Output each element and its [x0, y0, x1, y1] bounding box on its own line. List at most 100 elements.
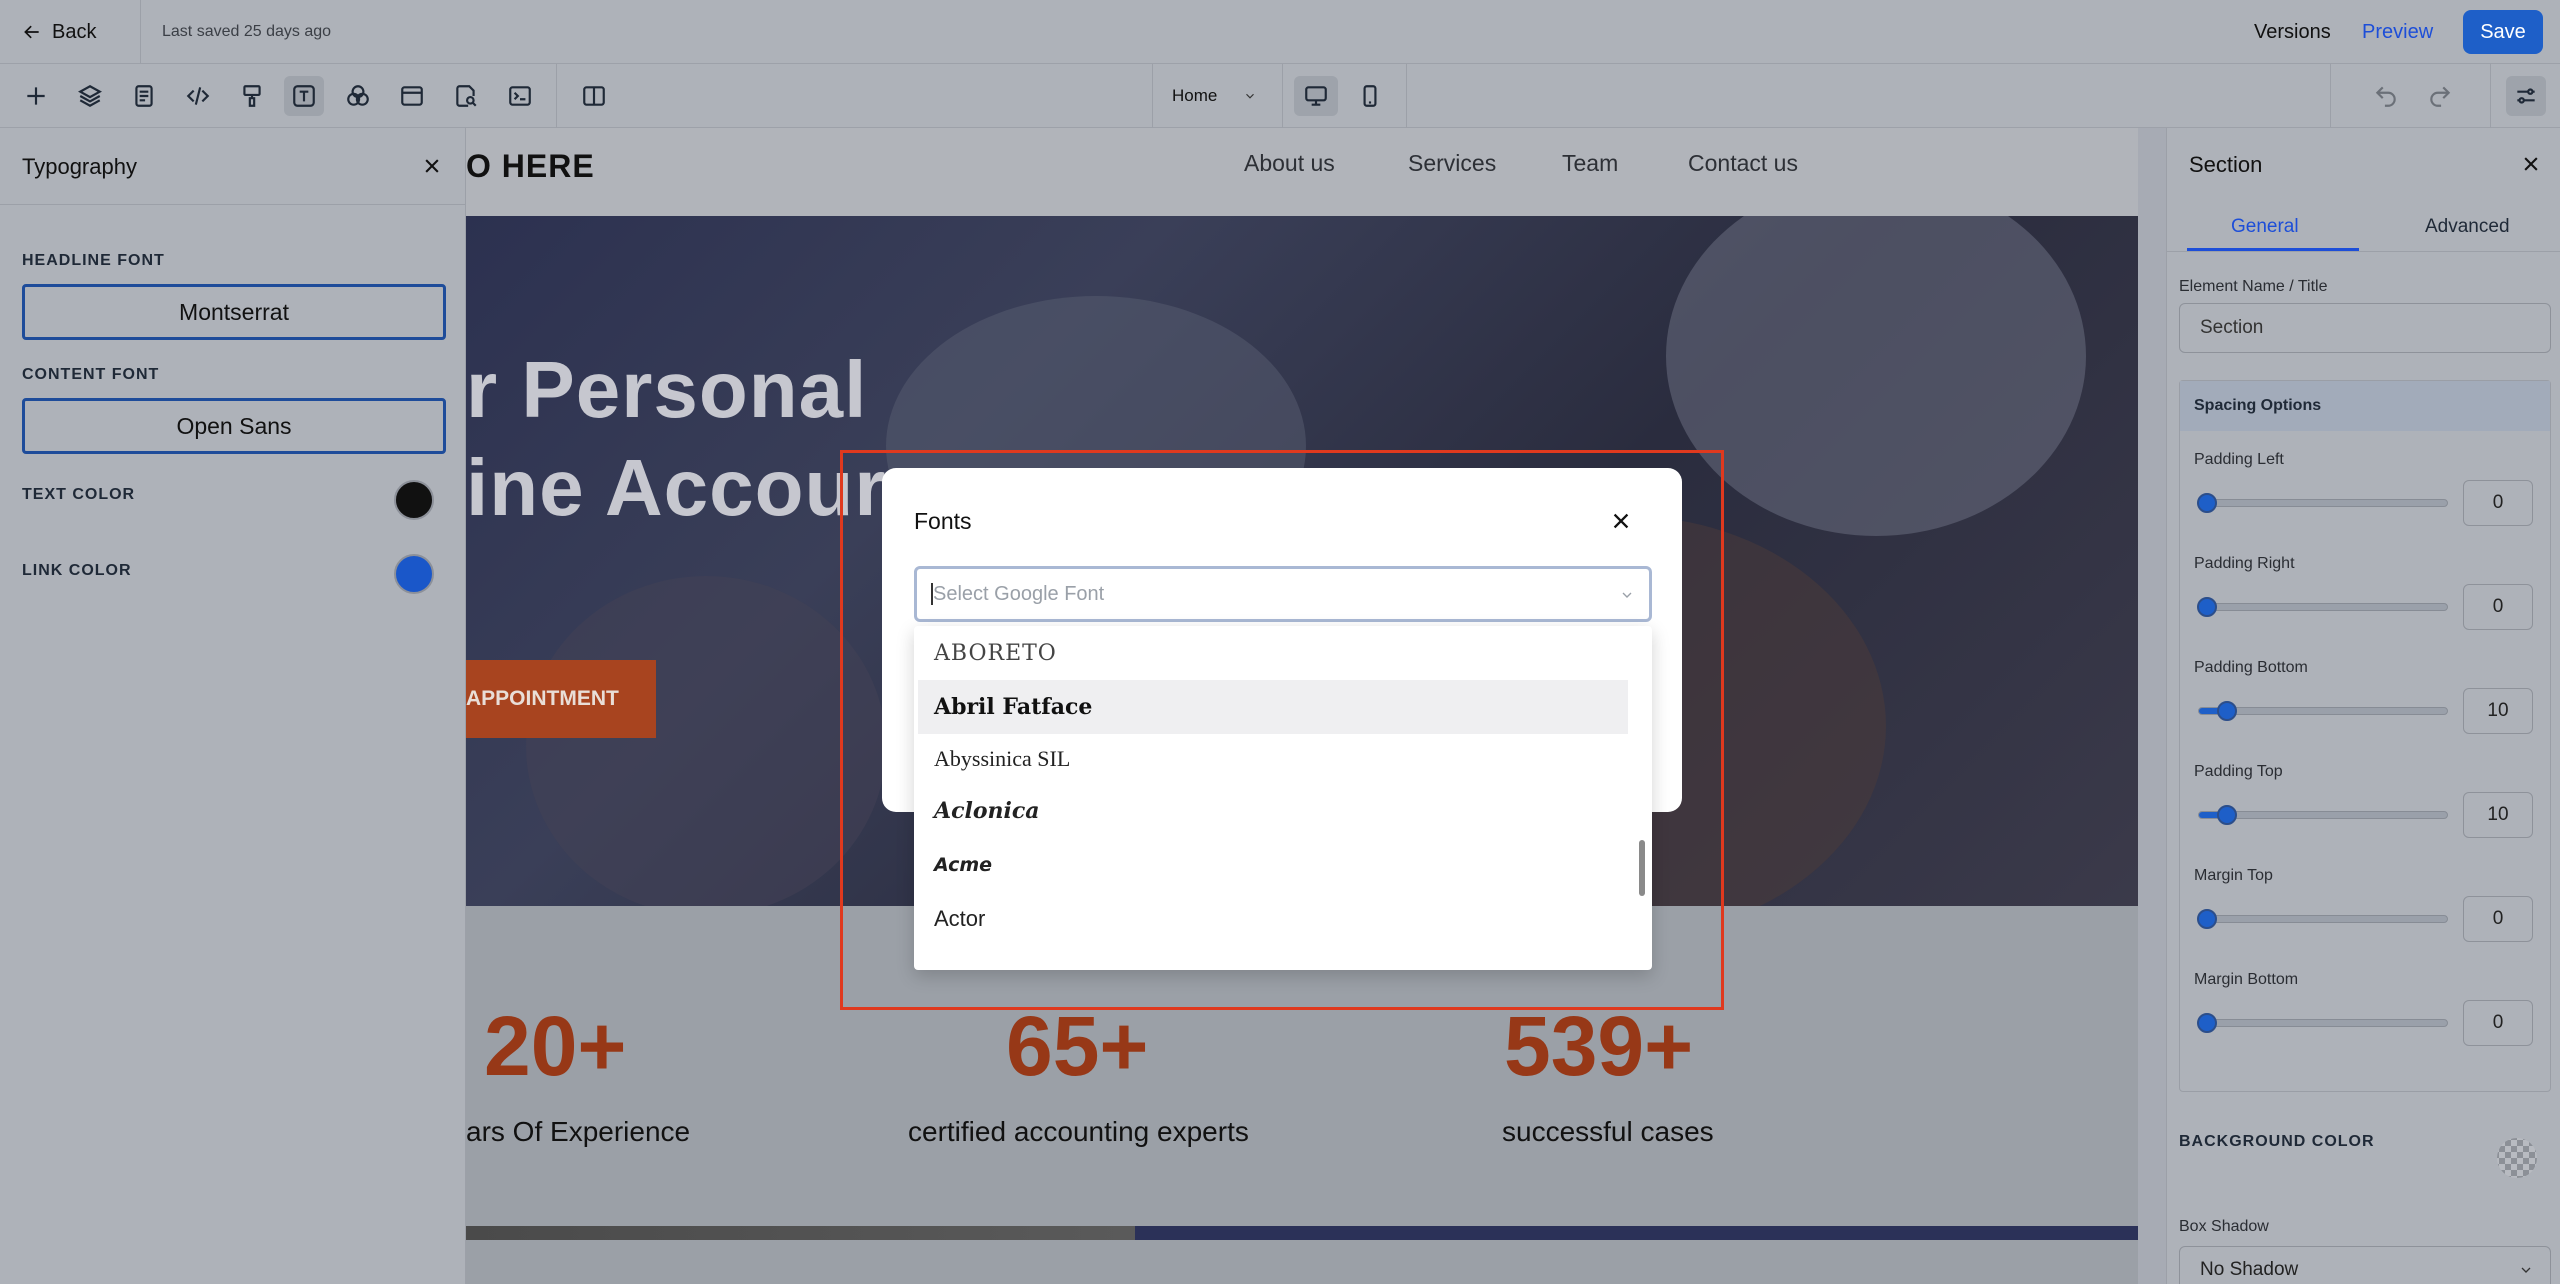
page-icon[interactable] [124, 76, 164, 116]
text-color-swatch[interactable] [394, 480, 434, 520]
slider-handle[interactable] [2217, 701, 2237, 721]
padding-left-label: Padding Left [2194, 451, 2284, 468]
panel-title: Typography [22, 154, 137, 179]
padding-top-input[interactable]: 10 [2463, 792, 2533, 838]
stat-number: 539+ [1504, 999, 1694, 1093]
google-font-select[interactable]: Select Google Font [914, 566, 1652, 622]
slider-handle[interactable] [2217, 805, 2237, 825]
padding-left-slider[interactable] [2197, 493, 2448, 513]
content-font-picker[interactable]: Open Sans [22, 398, 446, 454]
padding-right-input[interactable]: 0 [2463, 584, 2533, 630]
save-button[interactable]: Save [2463, 10, 2543, 54]
headline-font-label: HEADLINE FONT [22, 252, 165, 269]
chevron-down-icon [2521, 1267, 2531, 1273]
divider [1282, 64, 1283, 128]
slider-handle[interactable] [2197, 493, 2217, 513]
content-font-label: CONTENT FONT [22, 366, 160, 383]
padding-bottom-label: Padding Bottom [2194, 659, 2308, 676]
font-option[interactable]: ABORETO [918, 626, 1628, 680]
nav-link-team[interactable]: Team [1562, 150, 1618, 177]
tab-general[interactable]: General [2231, 216, 2299, 238]
paint-icon[interactable] [232, 76, 272, 116]
chevron-down-icon [1246, 93, 1255, 99]
padding-left-input[interactable]: 0 [2463, 480, 2533, 526]
back-label: Back [52, 20, 97, 43]
preview-button[interactable]: Preview [2362, 0, 2433, 64]
font-option[interactable]: Actor [918, 892, 1628, 946]
color-blend-icon[interactable] [338, 76, 378, 116]
site-header[interactable]: O HERE About us Services Team Contact us [466, 128, 2138, 216]
close-icon[interactable] [2517, 150, 2545, 178]
close-icon[interactable] [1606, 506, 1636, 536]
arrow-left-icon [24, 25, 39, 39]
mobile-icon[interactable] [1348, 76, 1392, 116]
padding-top-slider[interactable] [2198, 805, 2448, 825]
margin-bottom-slider[interactable] [2197, 1013, 2448, 1033]
font-option[interactable]: Abyssinica SIL [918, 732, 1628, 786]
link-color-swatch[interactable] [394, 554, 434, 594]
font-options-list[interactable]: ABORETO Abril Fatface Abyssinica SIL Acl… [914, 626, 1652, 970]
layers-icon[interactable] [70, 76, 110, 116]
back-button[interactable]: Back [22, 0, 96, 64]
nav-link-services[interactable]: Services [1408, 150, 1496, 177]
divider [0, 204, 466, 205]
slider-handle[interactable] [2197, 909, 2217, 929]
margin-top-slider[interactable] [2197, 909, 2448, 929]
padding-bottom-slider[interactable] [2198, 701, 2448, 721]
code-icon[interactable] [178, 76, 218, 116]
dropdown-scrollbar[interactable] [1639, 840, 1645, 896]
redo-icon[interactable] [2420, 76, 2460, 116]
box-shadow-select[interactable]: No Shadow [2179, 1246, 2551, 1284]
section-settings-panel: Section General Advanced Element Name / … [2166, 128, 2560, 1284]
margin-top-label: Margin Top [2194, 867, 2273, 884]
search-page-icon[interactable] [446, 76, 486, 116]
divider [2330, 64, 2331, 128]
background-color-swatch[interactable] [2497, 1138, 2537, 1178]
stat-number: 20+ [484, 999, 627, 1093]
divider [2167, 251, 2560, 252]
split-view-icon[interactable] [574, 76, 614, 116]
headline-font-picker[interactable]: Montserrat [22, 284, 446, 340]
padding-bottom-input[interactable]: 10 [2463, 688, 2533, 734]
margin-bottom-input[interactable]: 0 [2463, 1000, 2533, 1046]
appointment-button[interactable]: APPOINTMENT [466, 660, 656, 738]
last-saved-status: Last saved 25 days ago [162, 23, 332, 40]
link-color-label: LINK COLOR [22, 562, 132, 579]
slider-handle[interactable] [2197, 597, 2217, 617]
window-icon[interactable] [392, 76, 432, 116]
stat-label: successful cases [1502, 1116, 1714, 1147]
hero-title-line2: ine Accour [466, 443, 887, 532]
font-select-placeholder: Select Google Font [933, 583, 1105, 605]
hero-photo [526, 576, 886, 906]
padding-right-slider[interactable] [2197, 597, 2448, 617]
page-select[interactable]: Home [1152, 64, 1282, 128]
stat-label: ars Of Experience [466, 1116, 691, 1147]
image-strip [466, 1226, 2138, 1240]
undo-icon[interactable] [2366, 76, 2406, 116]
settings-sliders-icon[interactable] [2506, 76, 2546, 116]
padding-right-label: Padding Right [2194, 555, 2295, 572]
close-icon[interactable] [418, 152, 446, 180]
nav-link-about[interactable]: About us [1244, 150, 1335, 177]
element-name-input[interactable]: Section [2179, 303, 2551, 353]
versions-button[interactable]: Versions [2254, 0, 2331, 64]
element-name-label: Element Name / Title [2179, 278, 2328, 295]
font-option[interactable]: Aclonica [918, 784, 1628, 838]
site-logo[interactable]: O HERE [466, 148, 595, 185]
tab-advanced[interactable]: Advanced [2425, 216, 2510, 238]
font-option[interactable]: Acme [918, 838, 1628, 892]
hero-photo [1666, 216, 2086, 536]
desktop-icon[interactable] [1294, 76, 1338, 116]
nav-link-contact[interactable]: Contact us [1688, 150, 1798, 177]
chevron-down-icon [1622, 592, 1632, 598]
slider-handle[interactable] [2197, 1013, 2217, 1033]
add-icon[interactable] [16, 76, 56, 116]
typography-panel: Typography HEADLINE FONT Montserrat CONT… [0, 128, 466, 1284]
typography-icon[interactable] [284, 76, 324, 116]
margin-top-input[interactable]: 0 [2463, 896, 2533, 942]
terminal-icon[interactable] [500, 76, 540, 116]
background-color-label: BACKGROUND COLOR [2179, 1133, 2375, 1150]
divider [1406, 64, 1407, 128]
font-option[interactable]: Abril Fatface [918, 680, 1628, 734]
hero-title-line1: r Personal [466, 345, 868, 434]
